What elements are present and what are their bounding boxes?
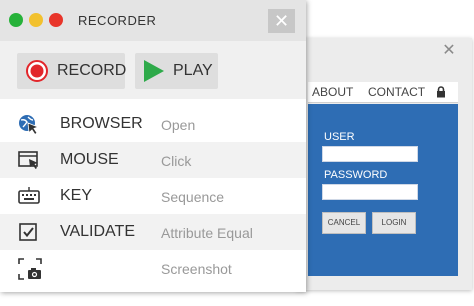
nav-about[interactable]: ABOUT: [312, 85, 353, 99]
checkbox-icon: [18, 222, 40, 242]
action-row-browser[interactable]: BROWSER Open: [0, 106, 306, 142]
action-name: BROWSER: [60, 115, 143, 132]
action-row-validate[interactable]: VALIDATE Attribute Equal: [0, 214, 306, 250]
password-label: PASSWORD: [324, 169, 388, 181]
window-dot-yellow[interactable]: [29, 13, 43, 27]
globe-cursor-icon: [18, 114, 40, 136]
nav-contact[interactable]: CONTACT: [368, 85, 425, 99]
action-desc: Sequence: [161, 189, 225, 205]
login-button[interactable]: LOGIN: [372, 212, 416, 234]
window-dot-red[interactable]: [49, 13, 63, 27]
user-label: USER: [324, 131, 355, 143]
record-button[interactable]: RECORD: [17, 53, 127, 89]
browser-nav: ABOUT CONTACT: [308, 82, 458, 103]
close-icon[interactable]: ✕: [268, 9, 295, 33]
action-row-screenshot[interactable]: Screenshot: [0, 250, 306, 286]
window-title: RECORDER: [78, 13, 157, 28]
action-desc: Attribute Equal: [161, 225, 253, 241]
title-bar: RECORDER ✕: [0, 0, 306, 41]
play-icon: [143, 59, 165, 83]
recorder-window: RECORDER ✕ RECORD PLAY BROWSER Open MOUS…: [0, 0, 306, 292]
play-label: PLAY: [173, 62, 213, 79]
action-desc: Screenshot: [161, 261, 232, 277]
password-input[interactable]: [322, 184, 418, 200]
lock-icon[interactable]: [436, 86, 446, 101]
action-name: VALIDATE: [60, 223, 135, 240]
user-input[interactable]: [322, 146, 418, 162]
login-panel: USER PASSWORD CANCEL LOGIN: [308, 104, 458, 276]
play-button[interactable]: PLAY: [135, 53, 218, 89]
action-name: MOUSE: [60, 151, 119, 168]
record-icon: [26, 60, 48, 82]
window-dot-green[interactable]: [9, 13, 23, 27]
browser-close-icon[interactable]: ✕: [440, 42, 458, 60]
toolbar: RECORD PLAY: [0, 41, 306, 99]
screenshot-icon: [18, 258, 42, 280]
window-cursor-icon: [18, 150, 40, 170]
keyboard-icon: [18, 186, 40, 206]
action-row-key[interactable]: KEY Sequence: [0, 178, 306, 214]
cancel-button[interactable]: CANCEL: [322, 212, 366, 234]
record-label: RECORD: [57, 62, 127, 79]
action-desc: Click: [161, 153, 192, 169]
action-name: KEY: [60, 187, 93, 204]
action-row-mouse[interactable]: MOUSE Click: [0, 142, 306, 178]
action-desc: Open: [161, 117, 196, 133]
